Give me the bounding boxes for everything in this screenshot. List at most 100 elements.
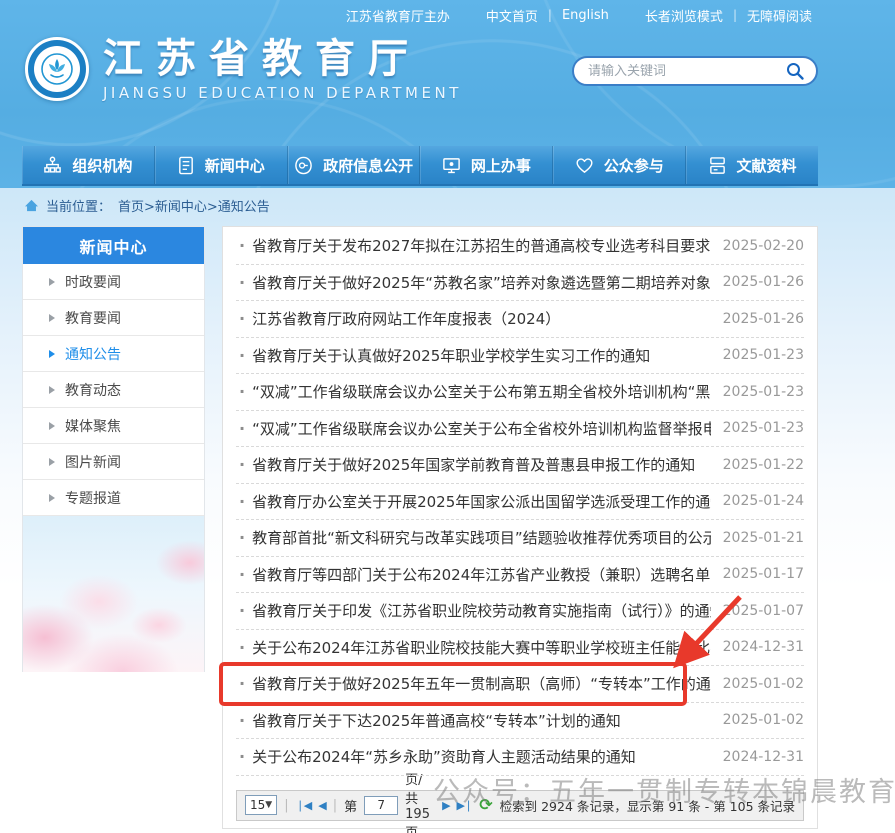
list-item[interactable]: · 省教育厅办公室关于开展2025年国家公派出国留学选派受理工作的通知 2025…	[236, 484, 804, 521]
sidebar-item[interactable]: 教育要闻	[23, 300, 204, 336]
home-icon	[24, 199, 39, 212]
prev-page-icon[interactable]: ◀	[318, 799, 325, 812]
triangle-bullet-icon	[49, 278, 55, 286]
notice-title[interactable]: 省教育厅关于印发《江苏省职业院校劳动教育实施指南（试行）》的通知	[252, 600, 711, 621]
notice-list: · 省教育厅关于发布2027年拟在江苏招生的普通高校专业选考科目要求的公告 20…	[236, 228, 804, 776]
sidebar-item[interactable]: 专题报道	[23, 480, 204, 516]
list-item[interactable]: · 关于公布2024年江苏省职业院校技能大赛中等职业学校班主任能力比赛获奖 20…	[236, 630, 804, 667]
list-bullet: ·	[239, 273, 245, 292]
main-nav: 组织机构 新闻中心 政府信息公开	[22, 146, 818, 186]
english-link[interactable]: English	[562, 8, 609, 23]
triangle-bullet-icon	[49, 350, 55, 358]
list-item[interactable]: · 江苏省教育厅政府网站工作年度报表（2024） 2025-01-26	[236, 301, 804, 338]
notice-title[interactable]: 关于公布2024年“苏乡永助”资助育人主题活动结果的通知	[252, 746, 711, 767]
notice-date: 2025-01-07	[723, 603, 804, 619]
notice-title[interactable]: 省教育厅关于下达2025年普通高校“专转本”计划的通知	[252, 710, 711, 731]
elder-mode-link[interactable]: 长者浏览模式	[645, 6, 723, 25]
sidebar-menu: 时政要闻 教育要闻 通知公告 教育动态 媒体聚焦 图片新闻 专题报道	[23, 264, 204, 516]
select-caret-icon: ▼	[265, 800, 272, 810]
list-item[interactable]: · “双减”工作省级联席会议办公室关于公布全省校外培训机构监督举报电话的公… 2…	[236, 411, 804, 448]
nav-item-documents[interactable]: 文献资料	[686, 146, 818, 184]
accessibility-link[interactable]: 无障碍阅读	[747, 6, 812, 25]
list-item[interactable]: · 省教育厅关于做好2025年“苏教名家”培养对象遴选暨第二期培养对象终期… 2…	[236, 265, 804, 302]
nav-label: 网上办事	[471, 155, 531, 176]
nav-label: 新闻中心	[205, 155, 265, 176]
org-chart-icon	[43, 156, 62, 175]
list-item[interactable]: · 省教育厅关于下达2025年普通高校“专转本”计划的通知 2025-01-02	[236, 703, 804, 740]
sidebar-item[interactable]: 教育动态	[23, 372, 204, 408]
notice-title[interactable]: 关于公布2024年江苏省职业院校技能大赛中等职业学校班主任能力比赛获奖	[252, 637, 711, 658]
news-icon	[177, 156, 195, 175]
search-input[interactable]	[588, 64, 784, 79]
sidebar-item[interactable]: 通知公告	[23, 336, 204, 372]
chinese-home-link[interactable]: 中文首页	[486, 6, 538, 25]
list-item[interactable]: · “双减”工作省级联席会议办公室关于公布第五期全省校外培训机构“黑白名单… 2…	[236, 374, 804, 411]
nav-label: 组织机构	[72, 155, 132, 176]
page-word-prefix: 第	[344, 796, 357, 815]
magnolia-flower-image	[23, 516, 204, 672]
sidebar-item-label: 教育要闻	[65, 308, 121, 328]
list-item[interactable]: · 教育部首批“新文科研究与改革实践项目”结题验收推荐优秀项目的公示 2025-…	[236, 520, 804, 557]
breadcrumb-path[interactable]: 首页>新闻中心>通知公告	[118, 196, 270, 215]
topbar-divider: |	[733, 8, 737, 22]
notice-title[interactable]: 江苏省教育厅政府网站工作年度报表（2024）	[252, 308, 711, 329]
sidebar-item[interactable]: 图片新闻	[23, 444, 204, 480]
list-bullet: ·	[239, 528, 245, 547]
notice-title[interactable]: 教育部首批“新文科研究与改革实践项目”结题验收推荐优秀项目的公示	[252, 527, 711, 548]
list-bullet: ·	[239, 601, 245, 620]
notice-title[interactable]: 省教育厅关于做好2025年五年一贯制高职（高师）“专转本”工作的通知	[252, 673, 711, 694]
info-disclosure-icon	[294, 156, 313, 175]
page-size-select[interactable]: 15 ▼	[245, 795, 277, 815]
nav-label: 政府信息公开	[323, 155, 413, 176]
notice-title[interactable]: 省教育厅办公室关于开展2025年国家公派出国留学选派受理工作的通知	[252, 491, 711, 512]
list-item[interactable]: · 省教育厅关于做好2025年国家学前教育普及普惠县申报工作的通知 2025-0…	[236, 447, 804, 484]
sidebar-item[interactable]: 媒体聚焦	[23, 408, 204, 444]
next-page-icon[interactable]: ▶	[442, 799, 449, 812]
refresh-icon[interactable]: ⟳	[479, 797, 492, 813]
notice-title[interactable]: 省教育厅关于做好2025年国家学前教育普及普惠县申报工作的通知	[252, 454, 711, 475]
list-bullet: ·	[239, 711, 245, 730]
list-bullet: ·	[239, 346, 245, 365]
notice-date: 2025-01-26	[723, 274, 804, 290]
notice-panel: · 省教育厅关于发布2027年拟在江苏招生的普通高校专业选考科目要求的公告 20…	[222, 226, 818, 829]
nav-item-online-service[interactable]: 网上办事	[420, 146, 553, 184]
first-page-icon[interactable]: ❘◀	[296, 799, 312, 812]
notice-title[interactable]: 省教育厅关于做好2025年“苏教名家”培养对象遴选暨第二期培养对象终期…	[252, 272, 711, 293]
site-search	[572, 56, 818, 86]
page-number-input[interactable]	[364, 796, 398, 815]
notice-title[interactable]: 省教育厅关于发布2027年拟在江苏招生的普通高校专业选考科目要求的公告	[252, 235, 711, 256]
list-item[interactable]: · 省教育厅等四部门关于公布2024年江苏省产业教授（兼职）选聘名单的通知 20…	[236, 557, 804, 594]
list-item[interactable]: · 省教育厅关于印发《江苏省职业院校劳动教育实施指南（试行）》的通知 2025-…	[236, 593, 804, 630]
list-item[interactable]: · 省教育厅关于做好2025年五年一贯制高职（高师）“专转本”工作的通知 202…	[236, 666, 804, 703]
nav-label: 公众参与	[604, 155, 664, 176]
notice-date: 2025-01-23	[723, 384, 804, 400]
list-item[interactable]: · 关于公布2024年“苏乡永助”资助育人主题活动结果的通知 2024-12-3…	[236, 739, 804, 776]
search-icon[interactable]	[784, 60, 806, 82]
nav-item-gov-info[interactable]: 政府信息公开	[288, 146, 421, 184]
last-page-icon[interactable]: ▶❘	[457, 799, 473, 812]
host-link[interactable]: 江苏省教育厅主办	[346, 6, 450, 25]
notice-date: 2025-01-26	[723, 311, 804, 327]
sidebar-item-label: 时政要闻	[65, 272, 121, 292]
lotus-emblem-icon	[34, 46, 80, 92]
notice-title[interactable]: “双减”工作省级联席会议办公室关于公布全省校外培训机构监督举报电话的公…	[252, 418, 711, 439]
site-title: 江苏省教育厅	[103, 36, 462, 82]
notice-title[interactable]: 省教育厅关于认真做好2025年职业学校学生实习工作的通知	[252, 345, 711, 366]
list-item[interactable]: · 省教育厅关于发布2027年拟在江苏招生的普通高校专业选考科目要求的公告 20…	[236, 228, 804, 265]
notice-title[interactable]: 省教育厅等四部门关于公布2024年江苏省产业教授（兼职）选聘名单的通知	[252, 564, 711, 585]
list-bullet: ·	[239, 309, 245, 328]
nav-item-news-center[interactable]: 新闻中心	[155, 146, 288, 184]
notice-date: 2025-01-17	[723, 566, 804, 582]
notice-date: 2024-12-31	[723, 749, 804, 765]
notice-date: 2025-01-24	[723, 493, 804, 509]
pagination-bar: 15 ▼ | ❘◀ ◀ | 第 页/共 195 页 ▶ ▶❘ ⟳ 检索到 292…	[236, 790, 804, 821]
list-item[interactable]: · 省教育厅关于认真做好2025年职业学校学生实习工作的通知 2025-01-2…	[236, 338, 804, 375]
notice-date: 2024-12-31	[723, 639, 804, 655]
notice-title[interactable]: “双减”工作省级联席会议办公室关于公布第五期全省校外培训机构“黑白名单…	[252, 381, 711, 402]
nav-item-public-participation[interactable]: 公众参与	[553, 146, 686, 184]
list-bullet: ·	[239, 565, 245, 584]
sidebar-item[interactable]: 时政要闻	[23, 264, 204, 300]
list-bullet: ·	[239, 382, 245, 401]
list-bullet: ·	[239, 674, 245, 693]
nav-item-organization[interactable]: 组织机构	[22, 146, 155, 184]
